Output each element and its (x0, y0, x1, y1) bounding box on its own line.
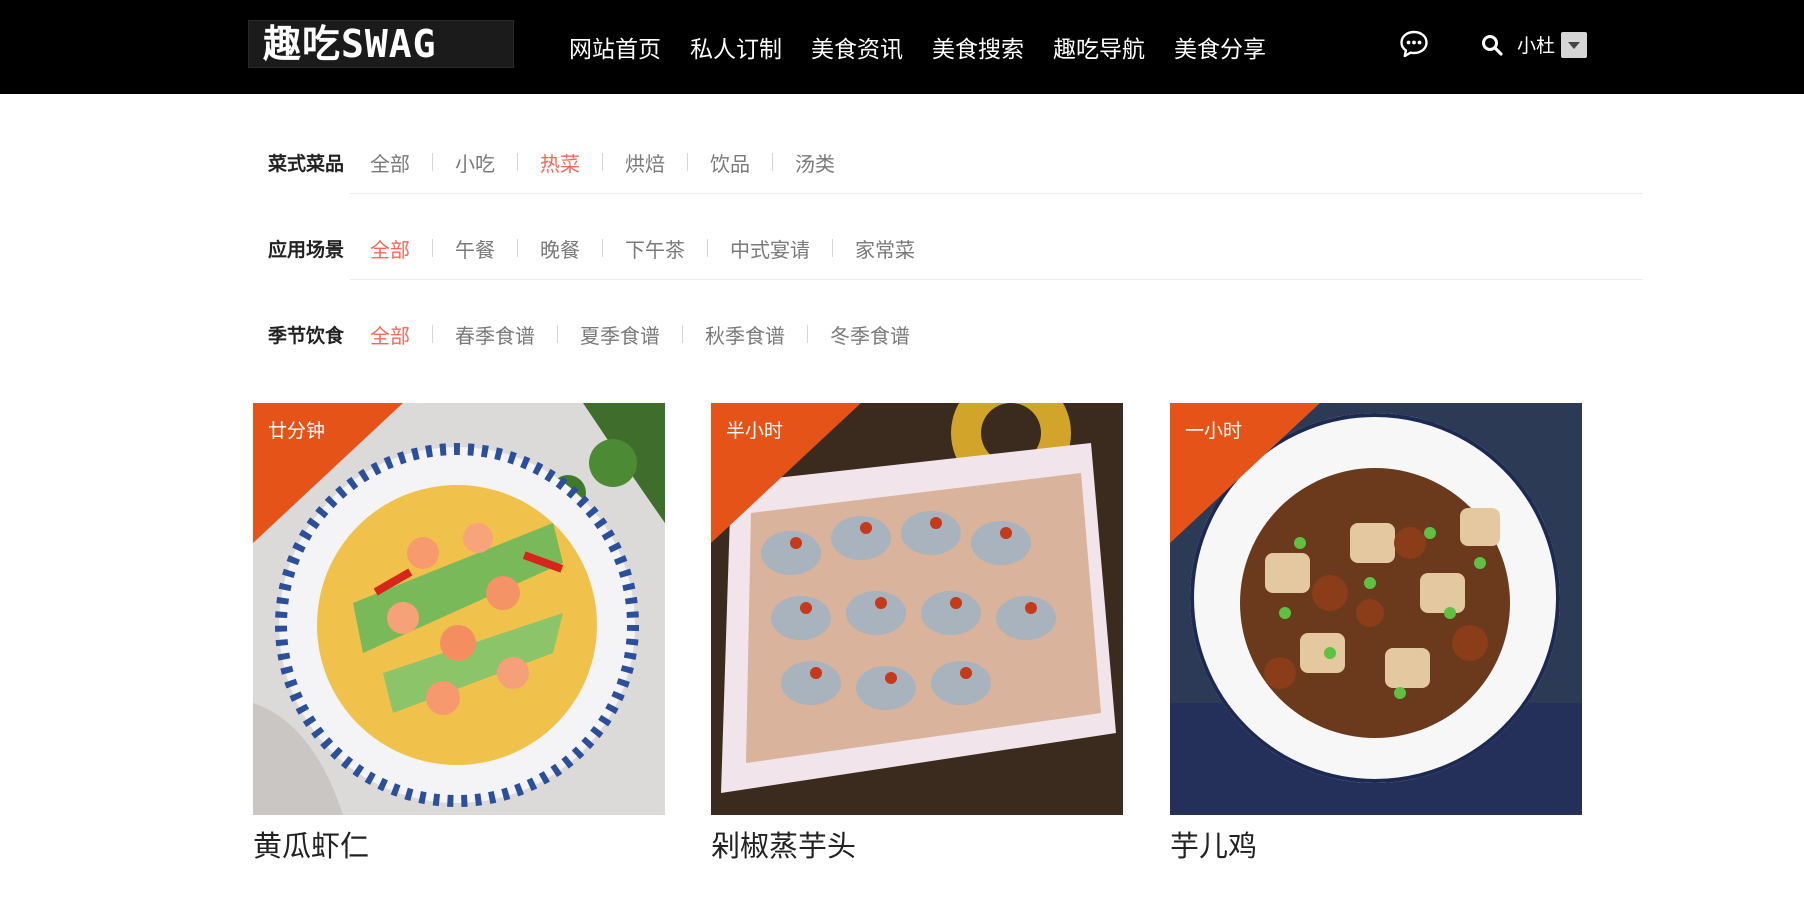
site-logo[interactable]: 趣吃SWAG (248, 20, 514, 68)
nav-home[interactable]: 网站首页 (569, 30, 661, 64)
filter-option[interactable]: 秋季食谱 (705, 320, 785, 349)
separator (517, 239, 518, 257)
separator (807, 325, 808, 343)
recipe-card[interactable]: 一小时 芋儿鸡 (1170, 403, 1582, 865)
divider (350, 193, 1643, 194)
chevron-down-icon[interactable] (1561, 32, 1587, 58)
nav-news[interactable]: 美食资讯 (811, 30, 903, 64)
filter-option[interactable]: 家常菜 (855, 234, 915, 263)
filter-option[interactable]: 小吃 (455, 148, 495, 177)
separator (432, 325, 433, 343)
recipe-title[interactable]: 黄瓜虾仁 (253, 823, 665, 865)
filter-option[interactable]: 午餐 (455, 234, 495, 263)
recipe-photo[interactable]: 半小时 (711, 403, 1123, 815)
separator (517, 153, 518, 171)
filter-option[interactable]: 中式宴请 (730, 234, 810, 263)
separator (432, 239, 433, 257)
recipe-card[interactable]: 半小时 剁椒蒸芋头 (711, 403, 1123, 865)
separator (602, 239, 603, 257)
nav-guide[interactable]: 趣吃导航 (1053, 30, 1145, 64)
separator (557, 325, 558, 343)
filter-option[interactable]: 汤类 (795, 148, 835, 177)
filter-row-scene: 应用场景 全部 午餐 晚餐 下午茶 中式宴请 家常菜 (268, 228, 915, 268)
filter-option[interactable]: 全部 (370, 148, 410, 177)
filter-option[interactable]: 夏季食谱 (580, 320, 660, 349)
filter-option-active[interactable]: 全部 (370, 234, 410, 263)
filter-option[interactable]: 春季食谱 (455, 320, 535, 349)
filter-option[interactable]: 晚餐 (540, 234, 580, 263)
divider (350, 279, 1643, 280)
filter-row-dish-type: 菜式菜品 全部 小吃 热菜 烘焙 饮品 汤类 (268, 142, 835, 182)
filter-row-season: 季节饮食 全部 春季食谱 夏季食谱 秋季食谱 冬季食谱 (268, 314, 910, 354)
time-badge: 半小时 (726, 420, 784, 442)
recipe-photo[interactable]: 一小时 (1170, 403, 1582, 815)
filter-option[interactable]: 下午茶 (625, 234, 685, 263)
recipe-photo[interactable]: 廿分钟 (253, 403, 665, 815)
filter-option[interactable]: 饮品 (710, 148, 750, 177)
time-badge: 廿分钟 (268, 420, 326, 442)
filter-label: 菜式菜品 (268, 152, 345, 175)
recipe-card[interactable]: 廿分钟 黄瓜虾仁 (253, 403, 665, 865)
separator (602, 153, 603, 171)
separator (707, 239, 708, 257)
nav-share[interactable]: 美食分享 (1174, 30, 1266, 64)
chat-icon[interactable] (1399, 29, 1429, 59)
nav-search[interactable]: 美食搜索 (932, 30, 1024, 64)
main-nav: 网站首页 私人订制 美食资讯 美食搜索 趣吃导航 美食分享 (569, 0, 1295, 94)
separator (432, 153, 433, 171)
filter-label: 应用场景 (268, 238, 345, 261)
filter-option-active[interactable]: 热菜 (540, 148, 580, 177)
user-name[interactable]: 小杜 (1517, 31, 1555, 58)
separator (687, 153, 688, 171)
separator (682, 325, 683, 343)
search-icon[interactable] (1481, 34, 1503, 56)
filter-label: 季节饮食 (268, 324, 345, 347)
top-navigation-bar: 趣吃SWAG 网站首页 私人订制 美食资讯 美食搜索 趣吃导航 美食分享 小杜 (0, 0, 1804, 94)
recipe-title[interactable]: 剁椒蒸芋头 (711, 823, 1123, 865)
filter-option-active[interactable]: 全部 (370, 320, 410, 349)
nav-custom[interactable]: 私人订制 (690, 30, 782, 64)
time-badge: 一小时 (1185, 420, 1243, 442)
filter-option[interactable]: 冬季食谱 (830, 320, 910, 349)
separator (832, 239, 833, 257)
recipe-title[interactable]: 芋儿鸡 (1170, 823, 1582, 865)
separator (772, 153, 773, 171)
filter-option[interactable]: 烘焙 (625, 148, 665, 177)
